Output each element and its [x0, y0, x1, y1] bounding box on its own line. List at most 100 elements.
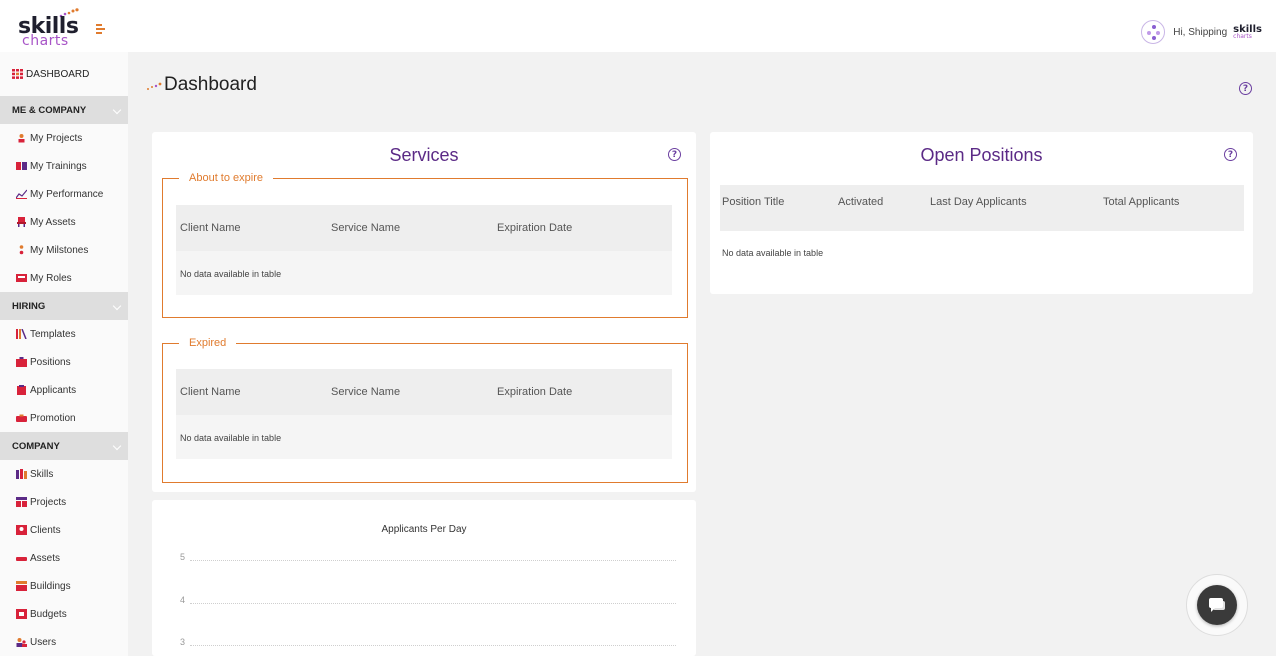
- column-header-expiration-date[interactable]: Expiration Date: [497, 386, 572, 398]
- sidebar-group-hiring[interactable]: HIRING: [0, 292, 128, 320]
- about-to-expire-legend: About to expire: [189, 172, 263, 184]
- sidebar-item-label: My Trainings: [30, 160, 87, 172]
- empty-table-message: No data available in table: [180, 269, 282, 279]
- sidebar-item-projects[interactable]: Projects: [0, 488, 128, 516]
- sidebar-item-label: My Roles: [30, 272, 72, 284]
- sidebar-item-label: My Performance: [30, 188, 104, 200]
- y-tick-label: 5: [180, 552, 186, 562]
- column-header-expiration-date[interactable]: Expiration Date: [497, 222, 572, 234]
- roles-icon: [16, 274, 27, 282]
- dashboard-grid-icon: [12, 69, 23, 79]
- avatar[interactable]: [1141, 20, 1166, 44]
- sidebar-item-dashboard[interactable]: DASHBOARD: [0, 52, 128, 96]
- title-dots-icon: [147, 82, 162, 90]
- about-to-expire-table-header: Client Name Service Name Expiration Date: [176, 205, 672, 251]
- page-title-text: Dashboard: [164, 74, 257, 95]
- chevron-down-icon: [112, 105, 122, 115]
- column-header-client-name[interactable]: Client Name: [180, 386, 241, 398]
- sidebar-item-positions[interactable]: Positions: [0, 348, 128, 376]
- services-title: Services: [389, 145, 459, 165]
- sidebar-item-clients[interactable]: Clients: [0, 516, 128, 544]
- expired-legend: Expired: [189, 337, 227, 349]
- person-icon: [18, 134, 25, 143]
- sidebar-item-my-projects[interactable]: My Projects: [0, 124, 128, 152]
- column-header-activated[interactable]: Activated: [838, 196, 883, 208]
- clients-icon: [16, 525, 27, 535]
- services-card: Services ? About to expire Client Name S…: [152, 132, 696, 492]
- grid-line: [190, 560, 676, 561]
- assets-icon: [16, 557, 27, 561]
- column-header-service-name[interactable]: Service Name: [331, 222, 400, 234]
- sidebar-item-applicants[interactable]: Applicants: [0, 376, 128, 404]
- promotion-icon: [16, 414, 27, 422]
- sidebar-item-label: My Projects: [30, 132, 83, 144]
- user-menu[interactable]: Hi, Shipping skills charts: [1141, 18, 1262, 46]
- chart-title: Applicants Per Day: [381, 524, 467, 535]
- column-header-total-applicants[interactable]: Total Applicants: [1103, 196, 1179, 208]
- y-tick-label: 3: [180, 637, 186, 647]
- sidebar-group-label: HIRING: [12, 300, 46, 312]
- sidebar-item-label: My Assets: [30, 216, 76, 228]
- budgets-icon: [16, 609, 27, 619]
- y-tick-label: 4: [180, 595, 186, 605]
- skills-charts-logo[interactable]: skills charts: [18, 6, 90, 50]
- expired-table-header: Client Name Service Name Expiration Date: [176, 369, 672, 415]
- sidebar-item-buildings[interactable]: Buildings: [0, 572, 128, 600]
- open-positions-title: Open Positions: [920, 145, 1043, 165]
- sidebar-item-label: Templates: [30, 328, 76, 340]
- help-icon[interactable]: ?: [1239, 82, 1252, 95]
- help-icon[interactable]: ?: [1224, 148, 1237, 161]
- sidebar-item-templates[interactable]: Templates: [0, 320, 128, 348]
- open-positions-card: Open Positions ? Position Title Activate…: [710, 132, 1253, 294]
- sidebar-group-me-company[interactable]: ME & COMPANY: [0, 96, 128, 124]
- sidebar-item-my-milstones[interactable]: My Milstones: [0, 236, 128, 264]
- column-header-client-name[interactable]: Client Name: [180, 222, 241, 234]
- top-bar: skills charts Hi, Shipping skills charts: [0, 0, 1276, 52]
- column-header-position-title[interactable]: Position Title: [722, 196, 784, 208]
- sidebar-item-label: Skills: [30, 468, 54, 480]
- applicants-per-day-chart: Applicants Per Day 5 4 3: [152, 500, 696, 656]
- about-to-expire-empty-row: No data available in table: [176, 251, 672, 295]
- sidebar-item-promotion[interactable]: Promotion: [0, 404, 128, 432]
- sidebar-item-label: Buildings: [30, 580, 71, 592]
- chat-button[interactable]: [1186, 574, 1248, 636]
- skills-icon: [16, 469, 27, 479]
- expired-empty-row: No data available in table: [176, 415, 672, 459]
- sidebar-item-budgets[interactable]: Budgets: [0, 600, 128, 628]
- sidebar-item-label: Positions: [30, 356, 71, 368]
- milestone-icon: [19, 245, 24, 255]
- chart-line-icon: [16, 189, 27, 199]
- grid-line: [190, 603, 676, 604]
- sidebar-item-my-roles[interactable]: My Roles: [0, 264, 128, 292]
- sidebar-item-label: Promotion: [30, 412, 76, 424]
- sidebar-group-company[interactable]: COMPANY: [0, 432, 128, 460]
- book-icon: [16, 162, 27, 170]
- sidebar-item-users[interactable]: Users: [0, 628, 128, 656]
- empty-table-message: No data available in table: [722, 248, 824, 258]
- grid-line: [190, 645, 676, 646]
- projects-icon: [16, 497, 27, 507]
- sidebar-item-my-assets[interactable]: My Assets: [0, 208, 128, 236]
- sidebar-item-label: Assets: [30, 552, 61, 564]
- help-icon[interactable]: ?: [668, 148, 681, 161]
- templates-icon: [16, 329, 27, 339]
- column-header-last-day-applicants[interactable]: Last Day Applicants: [930, 196, 1027, 208]
- chat-bubble-icon: [1197, 585, 1237, 625]
- sidebar-item-assets[interactable]: Assets: [0, 544, 128, 572]
- sidebar-item-my-performance[interactable]: My Performance: [0, 180, 128, 208]
- sidebar-item-label: Projects: [30, 496, 67, 508]
- menu-toggle-icon[interactable]: [96, 24, 106, 34]
- chevron-down-icon: [112, 301, 122, 311]
- user-greeting: Hi, Shipping: [1173, 26, 1228, 38]
- column-header-service-name[interactable]: Service Name: [331, 386, 400, 398]
- sidebar-item-skills[interactable]: Skills: [0, 460, 128, 488]
- applicants-icon: [17, 385, 26, 395]
- empty-table-message: No data available in table: [180, 433, 282, 443]
- open-positions-table-header: Position Title Activated Last Day Applic…: [720, 185, 1244, 231]
- page-title: Dashboard: [146, 74, 257, 96]
- sidebar-item-label: Budgets: [30, 608, 67, 620]
- sidebar-item-label: My Milstones: [30, 244, 89, 256]
- chevron-down-icon: [112, 441, 122, 451]
- sidebar-item-my-trainings[interactable]: My Trainings: [0, 152, 128, 180]
- sidebar: DASHBOARD ME & COMPANY My Projects My Tr…: [0, 52, 128, 656]
